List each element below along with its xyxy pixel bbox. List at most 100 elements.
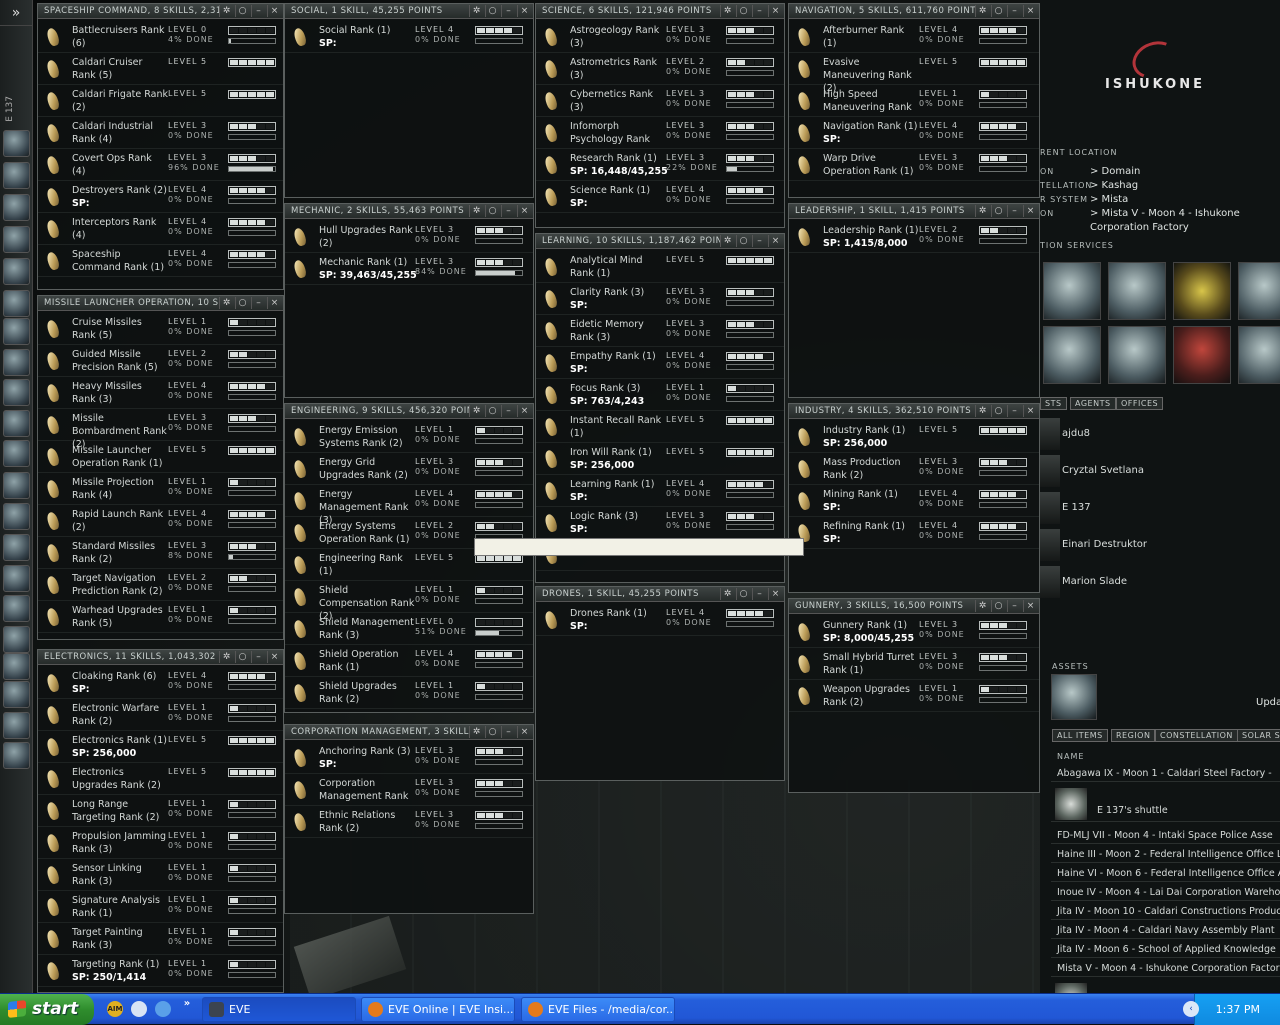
skill-row[interactable]: Analytical Mind Rank (1) LEVEL 5 <box>536 251 784 283</box>
corporation-icon[interactable] <box>3 565 30 592</box>
close-icon[interactable]: × <box>517 726 531 738</box>
skill-row[interactable]: Shield Upgrades Rank (2) LEVEL 1 0% DONE <box>285 677 533 709</box>
start-button[interactable]: start <box>0 994 94 1025</box>
agent-portrait[interactable] <box>1040 418 1060 450</box>
close-icon[interactable]: × <box>768 235 782 247</box>
service-fitting-icon[interactable] <box>1108 262 1166 320</box>
pin-icon[interactable]: ✲ <box>975 205 989 217</box>
skill-window[interactable]: DRONES, 1 SKILL, 45,255 POINTS ✲ ○ – × Drones… <box>535 586 785 781</box>
service-factory-icon[interactable] <box>1108 326 1166 384</box>
skill-row[interactable]: Small Hybrid Turret Rank (1) LEVEL 3 0% DO… <box>789 648 1039 680</box>
asset-row[interactable]: Jita IV - Moon 4 - Caldari Navy Assembly… <box>1051 922 1280 939</box>
settings-icon[interactable]: ○ <box>991 5 1005 17</box>
tab-all-items[interactable]: ALL ITEMS <box>1052 729 1108 742</box>
drones-icon[interactable] <box>3 712 30 739</box>
skill-row[interactable]: Mass Production Rank (2) LEVEL 3 0% DONE <box>789 453 1039 485</box>
pin-icon[interactable]: ✲ <box>975 405 989 417</box>
skill-row[interactable]: Warp Drive Operation Rank (1) LEVEL 3 0% D… <box>789 149 1039 181</box>
minimize-icon[interactable]: – <box>1007 205 1021 217</box>
settings-icon[interactable]: ○ <box>736 5 750 17</box>
skill-row[interactable]: Interceptors Rank (4) LEVEL 4 0% DONE <box>38 213 283 245</box>
settings-icon[interactable]: ○ <box>736 588 750 600</box>
skill-row[interactable]: Focus Rank (3) SP: 763/4,243 LEVEL 1 0% DON… <box>536 379 784 411</box>
skill-row[interactable]: Hull Upgrades Rank (2) LEVEL 3 0% DONE <box>285 221 533 253</box>
skill-row[interactable]: Afterburner Rank (1) LEVEL 4 0% DONE <box>789 21 1039 53</box>
minimize-icon[interactable]: – <box>752 235 766 247</box>
skill-row[interactable]: Heavy Missiles Rank (3) LEVEL 4 0% DONE <box>38 377 283 409</box>
location-value[interactable]: > Mista V - Moon 4 - Ishukone Corporatio… <box>1090 207 1275 235</box>
asset-row[interactable]: E 137's hulk <box>1051 979 1280 993</box>
skill-row[interactable]: Target Navigation Prediction Rank (2) LEV… <box>38 569 283 601</box>
skill-row[interactable]: Energy Grid Upgrades Rank (2) LEVEL 3 0% D… <box>285 453 533 485</box>
skill-row[interactable]: Gunnery Rank (1) SP: 8,000/45,255 LEVEL 30… <box>789 616 1039 648</box>
asset-row[interactable]: Jita IV - Moon 6 - School of Applied Kno… <box>1051 941 1280 958</box>
window-header[interactable]: SCIENCE, 6 SKILLS, 121,946 POINTS ✲ ○ – × <box>536 4 784 19</box>
tab-region[interactable]: REGION <box>1111 729 1156 742</box>
name-column-header[interactable]: NAME <box>1057 752 1084 761</box>
skill-row[interactable]: Long Range Targeting Rank (2) LEVEL 1 0% D… <box>38 795 283 827</box>
asset-row[interactable]: FD-MLJ VII - Moon 4 - Intaki Space Polic… <box>1051 827 1280 844</box>
skill-row[interactable]: Learning Rank (1) SP: LEVEL 4 0% DONE <box>536 475 784 507</box>
window-header[interactable]: DRONES, 1 SKILL, 45,255 POINTS ✲ ○ – × <box>536 587 784 602</box>
skill-row[interactable]: Guided Missile Precision Rank (5) LEVEL 2… <box>38 345 283 377</box>
window-header[interactable]: SPACESHIP COMMAND, 8 SKILLS, 2,316, ✲ ○ – × <box>38 4 283 19</box>
skill-row[interactable]: Battlecruisers Rank (6) LEVEL 0 4% DONE <box>38 21 283 53</box>
close-icon[interactable]: × <box>768 5 782 17</box>
task-firefox-eve-files[interactable]: EVE Files - /media/cor... <box>521 997 675 1022</box>
skill-row[interactable]: Electronic Warfare Rank (2) LEVEL 1 0% DON… <box>38 699 283 731</box>
skill-row[interactable]: Cloaking Rank (6) SP: LEVEL 4 0% DONE <box>38 667 283 699</box>
service-ship-icon[interactable] <box>1238 326 1280 384</box>
minimize-icon[interactable]: – <box>251 5 265 17</box>
close-icon[interactable]: × <box>1023 405 1037 417</box>
pin-icon[interactable]: ✲ <box>720 235 734 247</box>
skill-row[interactable]: Shield Compensation Rank (2) LEVEL 1 0% DO… <box>285 581 533 622</box>
close-icon[interactable]: × <box>517 205 531 217</box>
task-eve[interactable]: EVE <box>202 997 356 1022</box>
asset-row[interactable]: Jita IV - Moon 10 - Caldari Construction… <box>1051 903 1280 920</box>
task-firefox-eve-online[interactable]: EVE Online | EVE Insi... <box>361 997 515 1022</box>
settings-icon[interactable]: ○ <box>736 235 750 247</box>
neocom-expand-button[interactable]: » <box>0 0 32 26</box>
skill-window[interactable]: MECHANIC, 2 SKILLS, 55,463 POINTS ✲ ○ – × Hul… <box>284 203 534 398</box>
agent-name[interactable]: Marion Slade <box>1062 576 1127 587</box>
skill-row[interactable]: Refining Rank (1) SP: LEVEL 4 0% DONE <box>789 517 1039 549</box>
minimize-icon[interactable]: – <box>501 726 515 738</box>
skill-row[interactable]: Missile Launcher Operation Rank (1) LEVEL… <box>38 441 283 473</box>
settings-icon[interactable]: ○ <box>235 651 249 663</box>
asset-row[interactable]: Haine VI - Moon 6 - Federal Intelligence… <box>1051 865 1280 882</box>
settings-icon[interactable]: ○ <box>485 726 499 738</box>
minimize-icon[interactable]: – <box>251 651 265 663</box>
agent-name[interactable]: Einari Destruktor <box>1062 539 1147 550</box>
skill-row[interactable]: Social Rank (1) SP: LEVEL 4 0% DONE <box>285 21 533 53</box>
close-icon[interactable]: × <box>1023 600 1037 612</box>
pin-icon[interactable]: ✲ <box>469 726 483 738</box>
minimize-icon[interactable]: – <box>501 405 515 417</box>
pin-icon[interactable]: ✲ <box>720 588 734 600</box>
skill-row[interactable]: Leadership Rank (1) SP: 1,415/8,000 LEVEL … <box>789 221 1039 253</box>
close-icon[interactable]: × <box>267 5 281 17</box>
skill-row[interactable]: Electronics Rank (1) SP: 256,000 LEVEL 5 <box>38 731 283 763</box>
minimize-icon[interactable]: – <box>501 5 515 17</box>
agent-name[interactable]: Cryztal Svetlana <box>1062 465 1144 476</box>
window-header[interactable]: ELECTRONICS, 11 SKILLS, 1,043,302 PO ✲ ○ – × <box>38 650 283 665</box>
service-repair-icon[interactable] <box>1043 262 1101 320</box>
contacts-icon[interactable] <box>3 534 30 561</box>
skill-row[interactable]: Astrometrics Rank (3) LEVEL 2 0% DONE <box>536 53 784 85</box>
skill-row[interactable]: Science Rank (1) SP: LEVEL 4 0% DONE <box>536 181 784 213</box>
skill-window[interactable]: INDUSTRY, 4 SKILLS, 362,510 POINTS ✲ ○ – × In… <box>788 403 1040 593</box>
window-header[interactable]: INDUSTRY, 4 SKILLS, 362,510 POINTS ✲ ○ – × <box>789 404 1039 419</box>
settings-icon[interactable]: ○ <box>485 405 499 417</box>
skill-row[interactable]: Signature Analysis Rank (1) LEVEL 1 0% DON… <box>38 891 283 923</box>
help-icon[interactable] <box>3 503 30 530</box>
skill-window[interactable]: NAVIGATION, 5 SKILLS, 611,760 POINTS ✲ ○ – ×… <box>788 3 1040 198</box>
skill-row[interactable]: Navigation Rank (1) SP: LEVEL 4 0% DONE <box>789 117 1039 149</box>
minimize-icon[interactable]: – <box>1007 600 1021 612</box>
skill-row[interactable]: Covert Ops Rank (4) LEVEL 3 96% DONE <box>38 149 283 181</box>
location-value[interactable]: > Domain <box>1090 165 1275 179</box>
settings-icon[interactable]: ○ <box>485 205 499 217</box>
tab-solar-system[interactable]: SOLAR S <box>1237 729 1280 742</box>
aim-icon[interactable]: AIM <box>107 1001 123 1017</box>
window-header[interactable]: GUNNERY, 3 SKILLS, 16,500 POINTS ✲ ○ – × <box>789 599 1039 614</box>
pin-icon[interactable]: ✲ <box>469 205 483 217</box>
skill-row[interactable]: Targeting Rank (1) SP: 250/1,414 LEVEL 1 0%… <box>38 955 283 987</box>
